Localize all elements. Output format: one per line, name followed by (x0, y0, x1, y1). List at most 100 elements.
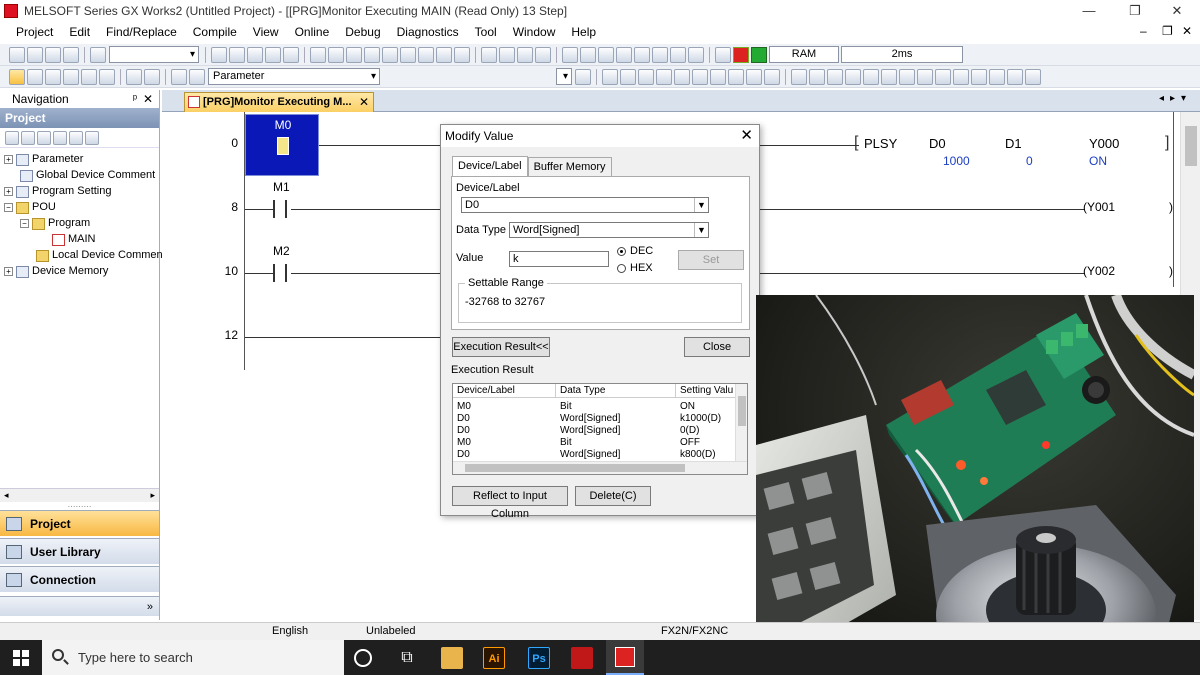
menu-debug[interactable]: Debug (337, 22, 388, 42)
ladder-extra2-icon[interactable] (1025, 68, 1041, 85)
nav-button-project[interactable]: Project (0, 510, 159, 536)
write-plc-icon[interactable] (328, 46, 344, 63)
diag-icon[interactable] (481, 46, 497, 63)
parameter-combo[interactable]: Parameter (208, 68, 380, 85)
sf9-line-icon[interactable] (728, 68, 744, 85)
help-icon[interactable] (90, 46, 106, 63)
ladder-tool-icon[interactable] (670, 46, 686, 63)
hex-radio[interactable] (617, 264, 626, 273)
paste-icon[interactable] (247, 46, 263, 63)
saf7-icon[interactable] (899, 68, 915, 85)
ladder-tool-icon[interactable] (688, 46, 704, 63)
af5-icon[interactable] (935, 68, 951, 85)
scrollbar-thumb[interactable] (1185, 126, 1197, 166)
column-setting-value[interactable]: Setting Valu (680, 385, 733, 396)
chevron-down-icon[interactable]: ▼ (694, 198, 708, 212)
ladder-tool-icon[interactable] (580, 46, 596, 63)
f9-line-icon[interactable] (710, 68, 726, 85)
dev-window-alt2-icon[interactable] (99, 68, 115, 85)
menu-online[interactable]: Online (287, 22, 338, 42)
chevron-down-icon[interactable]: ▼ (694, 223, 708, 237)
delete-button[interactable]: Delete(C) (575, 486, 651, 506)
undo-icon[interactable] (265, 46, 281, 63)
ladder-tool-icon[interactable] (634, 46, 650, 63)
dev-alt-icon[interactable] (454, 46, 470, 63)
coil-y001[interactable]: (Y001 (1083, 200, 1115, 214)
display-icon[interactable] (535, 46, 551, 63)
menu-tool[interactable]: Tool (467, 22, 505, 42)
verify-icon[interactable] (53, 130, 67, 145)
scrollbar-thumb[interactable] (465, 464, 685, 472)
new-project-icon[interactable] (9, 46, 25, 63)
cortana-icon[interactable] (354, 649, 372, 667)
close-button[interactable]: Close (684, 337, 750, 357)
f5-contact-icon[interactable] (602, 68, 618, 85)
window-icon[interactable] (45, 68, 61, 85)
tree-item-program-setting[interactable]: + Program Setting (4, 184, 111, 199)
tree-item-main[interactable]: MAIN (52, 232, 96, 247)
menu-help[interactable]: Help (563, 22, 604, 42)
gx-works-taskbar-button[interactable] (606, 640, 644, 675)
saf5-icon[interactable] (863, 68, 879, 85)
binoculars-icon[interactable] (189, 68, 205, 85)
dev-window-icon[interactable] (63, 68, 79, 85)
menu-diagnostics[interactable]: Diagnostics (389, 22, 467, 42)
copy-data-icon[interactable] (21, 130, 35, 145)
mdi-restore-button[interactable]: ❐ (1162, 24, 1173, 38)
f6-contact-icon[interactable] (638, 68, 654, 85)
device-batch-icon[interactable] (400, 46, 416, 63)
ladder-tool-icon[interactable] (652, 46, 668, 63)
menu-project[interactable]: Project (0, 22, 61, 42)
result-row[interactable]: M0 Bit OFF (453, 437, 735, 449)
help-circle-icon[interactable] (171, 68, 187, 85)
stop-icon[interactable] (733, 46, 749, 63)
read-plc-icon[interactable] (310, 46, 326, 63)
af8-icon[interactable] (845, 68, 861, 85)
mdi-minimize-button[interactable]: ‒ (1140, 24, 1147, 38)
dev-window-alt-icon[interactable] (81, 68, 97, 85)
column-data-type[interactable]: Data Type (560, 385, 605, 396)
scrollbar-thumb[interactable] (738, 396, 746, 426)
set-button[interactable]: Set (678, 250, 744, 270)
pdf-reader-icon[interactable] (571, 647, 593, 669)
run-icon[interactable] (751, 46, 767, 63)
saf6-icon[interactable] (881, 68, 897, 85)
af9-icon[interactable] (989, 68, 1005, 85)
reflect-to-input-button[interactable]: Reflect to Input Column (452, 486, 568, 520)
tree-item-parameter[interactable]: + Parameter (4, 152, 83, 167)
scroll-right-icon[interactable]: ▸ (150, 490, 155, 501)
m1-contact[interactable] (273, 200, 287, 218)
mdi-close-button[interactable]: ✕ (1182, 24, 1192, 38)
result-row[interactable]: D0 Word[Signed] k800(D) (453, 449, 735, 461)
f10-icon[interactable] (971, 68, 987, 85)
menu-window[interactable]: Window (505, 22, 564, 42)
execution-result-list[interactable]: Device/Label Data Type Setting Valu M0 B… (452, 383, 748, 475)
redo-icon[interactable] (283, 46, 299, 63)
simulation-icon[interactable] (715, 46, 731, 63)
combo-nav-icon[interactable] (575, 68, 591, 85)
expand-icon[interactable]: + (4, 187, 13, 196)
execution-result-toggle-button[interactable]: Execution Result<< (452, 337, 550, 357)
dec-radio[interactable] (617, 247, 626, 256)
f7-coil-icon[interactable] (674, 68, 690, 85)
navigation-hscroll[interactable]: ◂ ▸ (0, 488, 159, 502)
diag-alt-icon[interactable] (499, 46, 515, 63)
restore-button[interactable]: ❐ (1112, 0, 1158, 22)
coil-y002[interactable]: (Y002 (1083, 264, 1115, 278)
expand-icon[interactable]: + (4, 155, 13, 164)
ladder-extra-icon[interactable] (1007, 68, 1023, 85)
file-explorer-icon[interactable] (441, 647, 463, 669)
cf10-line-icon[interactable] (764, 68, 780, 85)
value-input[interactable]: k (509, 251, 609, 267)
watch-icon[interactable] (418, 46, 434, 63)
collapse-icon[interactable]: − (4, 203, 13, 212)
open-project-icon[interactable] (27, 46, 43, 63)
sf6-contact-icon[interactable] (656, 68, 672, 85)
ladder-tool-icon[interactable] (616, 46, 632, 63)
caf10-icon[interactable] (953, 68, 969, 85)
tab-monitor-main[interactable]: [PRG]Monitor Executing M... ✕ (184, 92, 374, 112)
saf8-icon[interactable] (917, 68, 933, 85)
properties-icon[interactable] (37, 130, 51, 145)
tab-scroll-arrows-icon[interactable]: ◂▸▾ (1159, 93, 1192, 104)
taskbar-search-box[interactable]: Type here to search (42, 640, 344, 675)
